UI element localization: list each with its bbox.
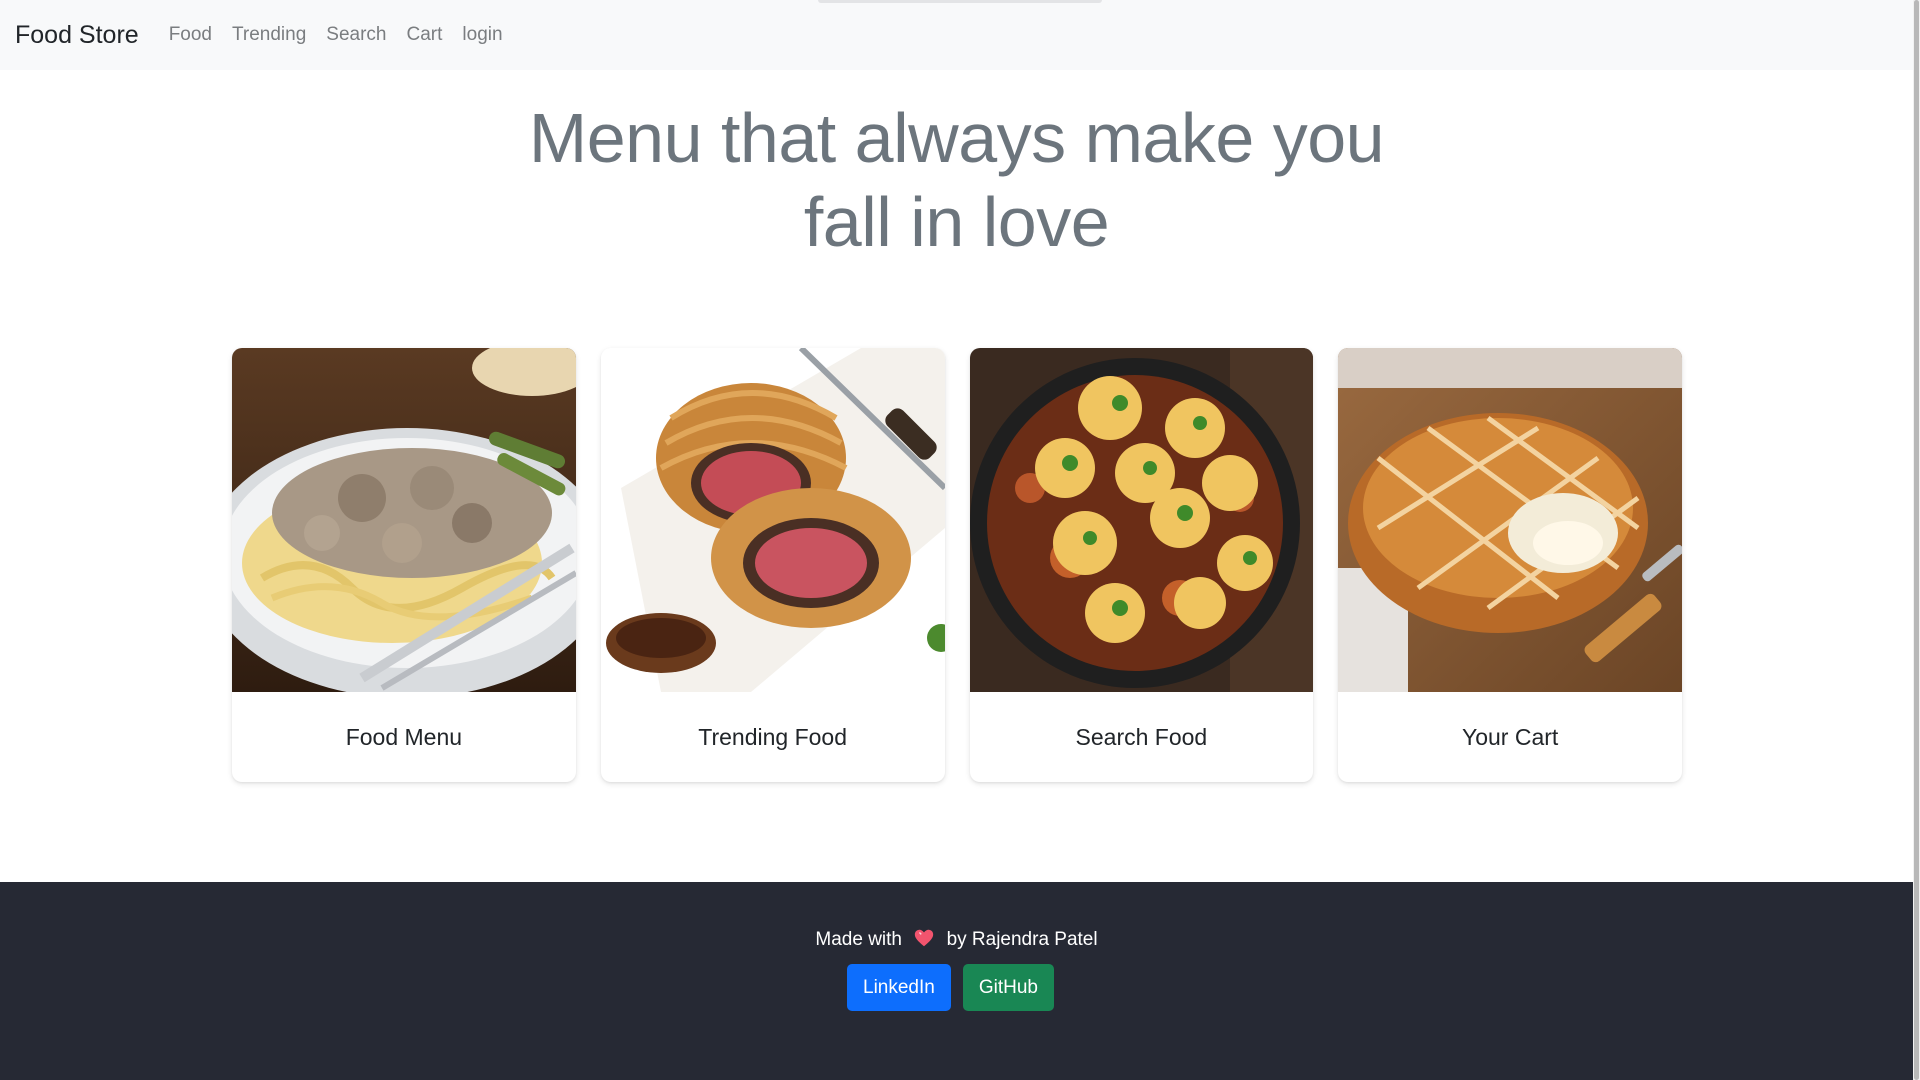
footer-author: by Rajendra Patel [946, 929, 1098, 950]
footer-credit: Made with by Rajendra Patel [0, 927, 1913, 951]
navbar: Food Store Food Trending Search Cart log… [0, 0, 1913, 70]
footer: Made with by Rajendra Patel LinkedIn Git… [0, 882, 1913, 1080]
card-grid: Food Menu Trending Food Search Food Your… [232, 348, 1682, 782]
hero-heading: Menu that always make you fall in love [0, 96, 1913, 264]
nav-link-login[interactable]: login [452, 24, 512, 46]
nav-link-food[interactable]: Food [159, 24, 222, 46]
baked-brie-pie-image [1338, 348, 1682, 692]
footer-made-with: Made with [815, 929, 902, 950]
card-food-menu[interactable]: Food Menu [232, 348, 576, 782]
nav-link-cart[interactable]: Cart [397, 24, 453, 46]
pasta-stroganoff-image [232, 348, 576, 692]
github-button[interactable]: GitHub [962, 964, 1054, 1011]
scrollbar-thumb[interactable] [1914, 0, 1919, 1080]
brand-link[interactable]: Food Store [15, 21, 139, 50]
card-title: Trending Food [698, 723, 847, 750]
hero-line-2: fall in love [803, 183, 1110, 261]
heart-icon [915, 929, 934, 947]
beef-wellington-image [600, 348, 945, 692]
vertical-scrollbar[interactable] [1913, 0, 1920, 1080]
card-title: Food Menu [345, 723, 463, 750]
navbar-notch [818, 0, 1102, 3]
card-title: Your Cart [1461, 723, 1559, 750]
footer-buttons: LinkedIn GitHub [0, 964, 1913, 1011]
card-trending-food[interactable]: Trending Food [600, 348, 945, 782]
stew-dumplings-image [969, 348, 1314, 692]
card-search-food[interactable]: Search Food [969, 348, 1314, 782]
linkedin-button[interactable]: LinkedIn [847, 964, 951, 1011]
page: Food Store Food Trending Search Cart log… [0, 0, 1920, 1080]
nav-link-search[interactable]: Search [316, 24, 396, 46]
hero-line-1: Menu that always make you [528, 99, 1385, 177]
card-your-cart[interactable]: Your Cart [1338, 348, 1682, 782]
card-title: Search Food [1075, 723, 1208, 750]
nav-link-trending[interactable]: Trending [222, 24, 316, 46]
